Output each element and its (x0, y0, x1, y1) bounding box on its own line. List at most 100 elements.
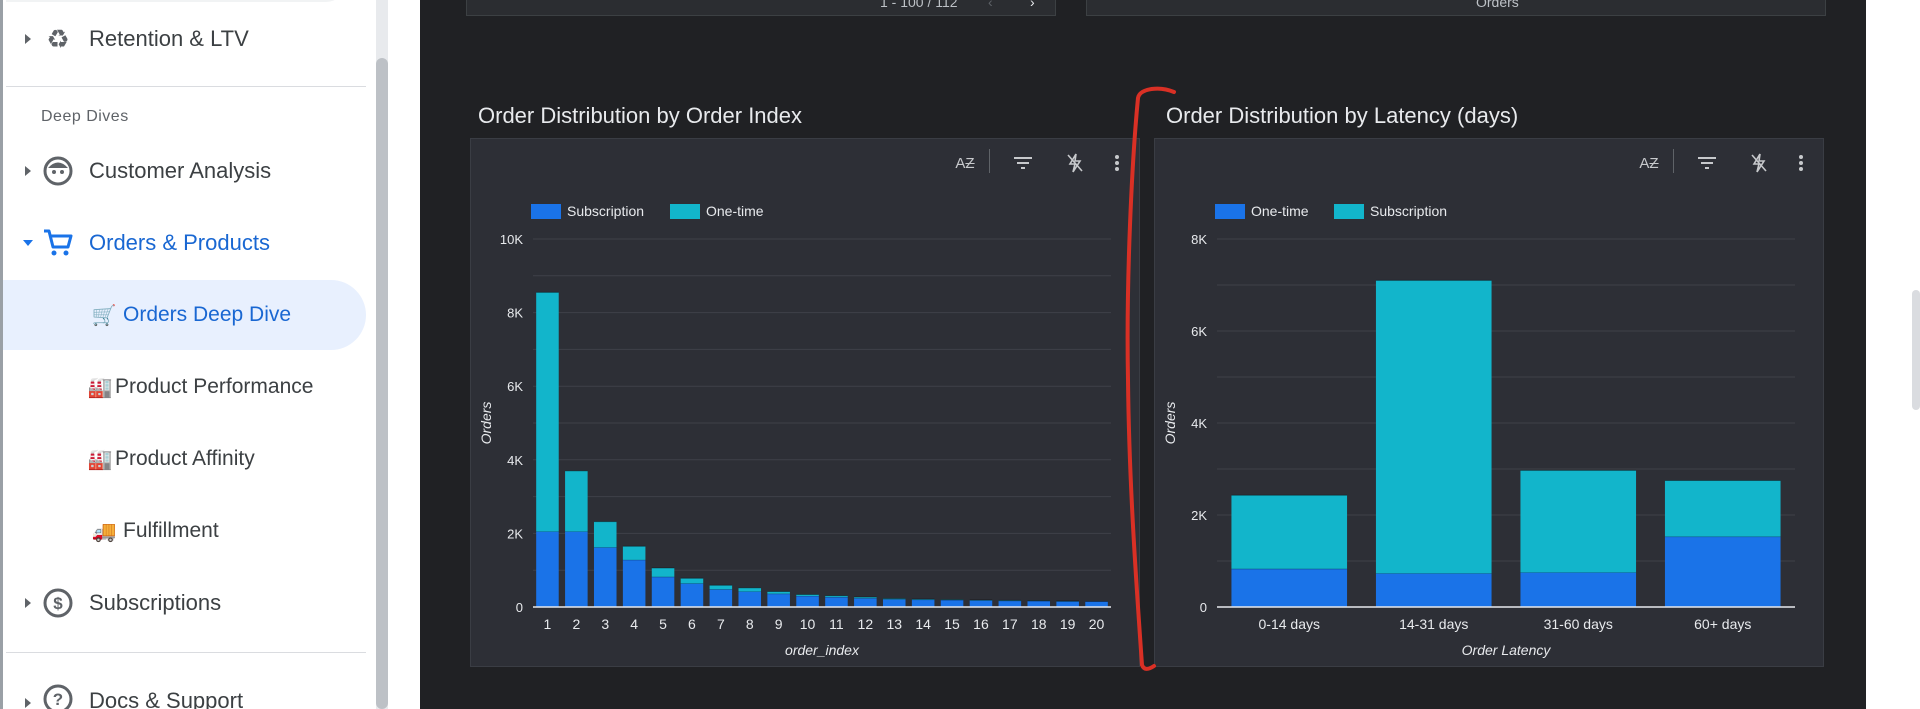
bar-segment (911, 599, 935, 607)
table-card-partial (466, 0, 1056, 16)
bar-segment (1664, 480, 1781, 537)
sidebar-item-subscriptions[interactable]: $ Subscriptions (3, 568, 366, 638)
bar-segment (1375, 280, 1492, 574)
y-tick-label: 0 (1200, 600, 1207, 615)
dashboard-canvas: 1 - 100 / 112 ‹ › Orders Order Distribut… (420, 0, 1866, 709)
sidebar-item-label: Docs & Support (89, 688, 244, 709)
recycle-icon: ♻ (41, 22, 75, 56)
bar-segment (565, 470, 588, 532)
bar-segment (651, 576, 675, 607)
y-tick-label: 6K (1191, 324, 1207, 339)
page-scrollbar-thumb[interactable] (1912, 290, 1920, 410)
sidebar-subitem-fulfillment[interactable]: 🚚 Fulfillment (3, 496, 366, 566)
sidebar-subitem-product-performance[interactable]: 🏭 Product Performance (3, 352, 366, 422)
factory-icon: 🏭 (87, 376, 113, 399)
caret-right-icon[interactable] (25, 34, 31, 44)
bar-segment (796, 595, 819, 607)
bar-segment (1085, 601, 1108, 607)
chart-panel-order-index: AZ Subscription One-time 0 2K 4K 6K 8K 10K 1 2 3… (470, 138, 1140, 667)
bar-segment (1375, 573, 1492, 607)
cart-emoji-icon: 🛒 (91, 304, 117, 327)
caret-right-icon[interactable] (25, 598, 31, 608)
x-tick-label: 10 (800, 616, 816, 632)
x-tick-label: 14-31 days (1399, 616, 1468, 632)
x-tick-label: 11 (829, 616, 844, 632)
gap (388, 0, 420, 709)
x-tick-label: 6 (688, 616, 696, 632)
y-tick-label: 10K (500, 232, 523, 247)
section-header-deep-dives: Deep Dives (41, 108, 129, 125)
sidebar-item-docs-support[interactable]: ? Docs & Support (3, 664, 366, 709)
sidebar-subitem-label: Product Affinity (115, 447, 255, 470)
sidebar-item-customer-analysis[interactable]: Customer Analysis (3, 136, 366, 206)
sidebar-subitem-orders-deep-dive[interactable]: 🛒 Orders Deep Dive (3, 280, 366, 350)
y-tick-label: 0 (516, 600, 523, 615)
face-icon (41, 154, 75, 188)
bar-segment (998, 600, 1022, 607)
x-tick-label: 20 (1089, 616, 1105, 632)
caret-down-icon[interactable] (23, 240, 33, 246)
sidebar-item-orders-products[interactable]: Orders & Products (3, 208, 366, 278)
bar-segment (709, 589, 733, 607)
bar-segment (622, 546, 646, 560)
divider (6, 652, 366, 653)
bar-segment (1520, 572, 1637, 607)
bar-segment (622, 559, 646, 607)
sidebar: ♻ Retention & LTV Deep Dives Customer An… (0, 0, 376, 709)
bar-segment (738, 587, 762, 592)
sidebar-item-retention[interactable]: ♻ Retention & LTV (3, 4, 366, 74)
chevron-right-icon[interactable]: › (1030, 0, 1035, 10)
pagination-text: 1 - 100 / 112 (880, 0, 958, 10)
bar-segment (882, 599, 906, 607)
bar-segment (1231, 495, 1348, 569)
sidebar-scrollbar-thumb[interactable] (376, 58, 388, 709)
x-tick-label: 18 (1031, 616, 1047, 632)
sidebar-item-label: Orders & Products (89, 230, 270, 255)
bar-segment (651, 567, 675, 577)
sidebar-subitem-product-affinity[interactable]: 🏭 Product Affinity (3, 424, 366, 494)
x-tick-label: 2 (572, 616, 580, 632)
bar-segment (536, 292, 559, 532)
y-tick-label: 4K (507, 453, 523, 468)
chart-svg: 0 2K 4K 6K 8K 0-14 days 14-31 days 31-60 days 60… (1162, 232, 1795, 658)
bar-segment (1664, 536, 1781, 607)
chevron-left-icon[interactable]: ‹ (988, 0, 993, 10)
svg-text:$: $ (53, 594, 63, 613)
sidebar-subitem-label: Product Performance (115, 375, 314, 398)
bar-segment (854, 598, 877, 607)
help-circle-icon: ? (41, 682, 75, 709)
x-tick-label: 12 (858, 616, 874, 632)
x-tick-label: 60+ days (1694, 616, 1751, 632)
y-tick-label: 4K (1191, 416, 1207, 431)
x-tick-label: 14 (915, 616, 931, 632)
bar-segment (709, 585, 733, 590)
caret-right-icon[interactable] (25, 698, 31, 708)
x-tick-label: 5 (659, 616, 667, 632)
y-tick-label: 2K (1191, 508, 1207, 523)
svg-text:?: ? (53, 690, 63, 709)
bar-segment (738, 591, 762, 607)
chart-panel-latency: AZ One-time Subscription 0 2K 4K 6K 8K 0-14 d… (1154, 138, 1824, 667)
axis-label: Orders (1476, 0, 1519, 10)
chart-title: Order Distribution by Latency (days) (1166, 103, 1519, 128)
x-tick-label: 7 (717, 616, 725, 632)
caret-right-icon[interactable] (25, 166, 31, 176)
bar-segment (969, 600, 993, 607)
bar-segment (593, 547, 617, 607)
y-axis-label: Orders (478, 402, 494, 445)
bar-segment (680, 578, 704, 584)
y-tick-label: 6K (507, 379, 523, 394)
x-tick-label: 0-14 days (1259, 616, 1320, 632)
divider (6, 86, 366, 87)
x-tick-label: 15 (944, 616, 960, 632)
x-tick-label: 13 (886, 616, 902, 632)
chart-title: Order Distribution by Order Index (478, 103, 803, 128)
red-annotation-bracket (1125, 86, 1176, 671)
bar-segment (1027, 600, 1051, 607)
y-tick-label: 8K (507, 306, 523, 321)
y-tick-label: 8K (1191, 232, 1207, 247)
x-tick-label: 3 (601, 616, 609, 632)
bar-segment (767, 593, 790, 607)
previous-nav-item-highlight (6, 0, 346, 2)
bar-segment (940, 600, 964, 607)
